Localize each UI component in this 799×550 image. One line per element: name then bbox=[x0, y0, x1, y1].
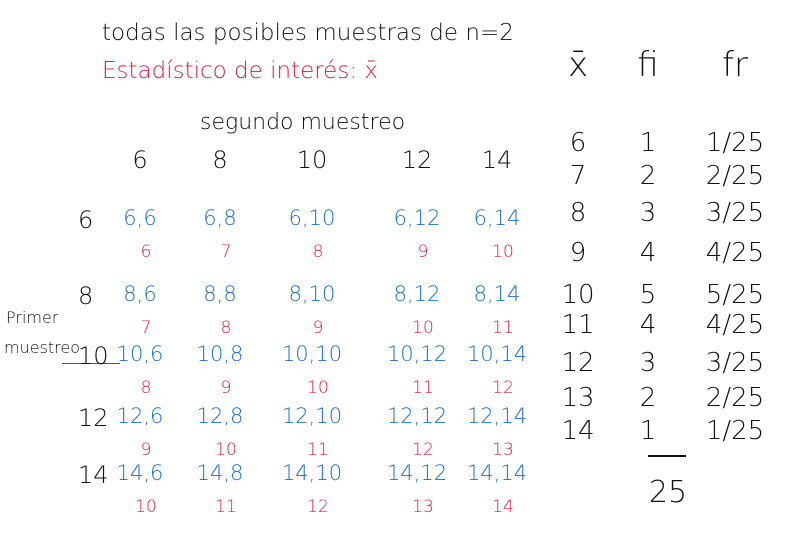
sample-pair: 10,12 bbox=[386, 342, 448, 366]
sample-pair: 6,6 bbox=[123, 206, 157, 230]
sample-pair: 6,14 bbox=[473, 206, 521, 230]
freq-fi: 2 bbox=[639, 161, 657, 191]
sample-mean: 10 bbox=[215, 440, 237, 460]
sample-mean: 10 bbox=[412, 318, 434, 338]
sample-mean: 14 bbox=[492, 497, 514, 517]
sample-mean: 11 bbox=[307, 440, 329, 460]
sample-mean: 10 bbox=[492, 242, 514, 262]
sample-pair: 14,14 bbox=[466, 461, 528, 485]
sample-pair: 6,10 bbox=[288, 206, 336, 230]
sample-mean: 9 bbox=[417, 242, 429, 262]
freq-fi: 3 bbox=[639, 198, 657, 228]
sample-pair: 14,10 bbox=[281, 461, 343, 485]
row-header-label-line2: muestreo bbox=[4, 338, 81, 357]
row-value: 6 bbox=[78, 206, 94, 234]
freq-fr: 4/25 bbox=[705, 238, 765, 268]
sample-mean: 9 bbox=[312, 318, 324, 338]
total-rule bbox=[648, 455, 686, 457]
freq-fr: 3/25 bbox=[705, 198, 765, 228]
freq-x: 11 bbox=[561, 310, 595, 340]
freq-fi: 3 bbox=[639, 348, 657, 378]
freq-fr: 5/25 bbox=[705, 280, 765, 310]
freq-x: 7 bbox=[569, 161, 587, 191]
sample-pair: 12,10 bbox=[281, 404, 343, 428]
sample-pair: 14,6 bbox=[116, 461, 164, 485]
sample-pair: 8,14 bbox=[473, 282, 521, 306]
column-value: 10 bbox=[296, 146, 328, 174]
header-fi: fi bbox=[637, 45, 659, 85]
sample-mean: 8 bbox=[140, 378, 152, 398]
sample-mean: 7 bbox=[140, 318, 152, 338]
freq-fi: 4 bbox=[639, 238, 657, 268]
sample-pair: 8,12 bbox=[393, 282, 441, 306]
subtitle: Estadístico de interés: x̄ bbox=[102, 58, 378, 84]
freq-x: 10 bbox=[561, 280, 595, 310]
sample-pair: 10,8 bbox=[196, 342, 244, 366]
sample-pair: 6,12 bbox=[393, 206, 441, 230]
sample-pair: 10,10 bbox=[281, 342, 343, 366]
sample-mean: 11 bbox=[492, 318, 514, 338]
row-value: 10 bbox=[78, 342, 109, 370]
sample-pair: 12,12 bbox=[386, 404, 448, 428]
sample-pair: 12,14 bbox=[466, 404, 528, 428]
freq-fr: 2/25 bbox=[705, 383, 765, 413]
freq-fr: 2/25 bbox=[705, 161, 765, 191]
sample-mean: 9 bbox=[140, 440, 152, 460]
row-value: 12 bbox=[78, 404, 109, 432]
sample-mean: 12 bbox=[307, 497, 329, 517]
freq-x: 13 bbox=[561, 383, 595, 413]
sample-pair: 10,14 bbox=[466, 342, 528, 366]
sample-mean: 7 bbox=[220, 242, 232, 262]
freq-x: 12 bbox=[561, 348, 595, 378]
header-x: x̄ bbox=[567, 45, 589, 85]
freq-x: 9 bbox=[569, 238, 587, 268]
freq-x: 6 bbox=[569, 128, 587, 158]
sample-pair: 8,10 bbox=[288, 282, 336, 306]
sample-pair: 8,6 bbox=[123, 282, 157, 306]
column-value: 8 bbox=[212, 146, 228, 174]
freq-total: 25 bbox=[648, 475, 688, 510]
freq-x: 8 bbox=[569, 198, 587, 228]
sample-pair: 10,6 bbox=[116, 342, 164, 366]
row-header-label-line1: Primer bbox=[6, 308, 59, 327]
sample-pair: 14,8 bbox=[196, 461, 244, 485]
sample-pair: 12,6 bbox=[116, 404, 164, 428]
sample-mean: 8 bbox=[220, 318, 232, 338]
freq-fi: 1 bbox=[639, 416, 657, 446]
freq-fr: 1/25 bbox=[705, 128, 765, 158]
sample-mean: 11 bbox=[412, 378, 434, 398]
sample-mean: 6 bbox=[140, 242, 152, 262]
freq-fi: 2 bbox=[639, 383, 657, 413]
sample-mean: 13 bbox=[492, 440, 514, 460]
freq-fi: 1 bbox=[639, 128, 657, 158]
freq-x: 14 bbox=[561, 416, 595, 446]
freq-fr: 4/25 bbox=[705, 310, 765, 340]
sample-mean: 10 bbox=[135, 497, 157, 517]
row-value: 14 bbox=[78, 461, 109, 489]
column-value: 14 bbox=[481, 146, 513, 174]
sample-mean: 13 bbox=[412, 497, 434, 517]
column-value: 6 bbox=[132, 146, 148, 174]
sample-mean: 8 bbox=[312, 242, 324, 262]
sample-pair: 14,12 bbox=[386, 461, 448, 485]
sample-mean: 10 bbox=[307, 378, 329, 398]
sample-mean: 11 bbox=[215, 497, 237, 517]
freq-fi: 5 bbox=[639, 280, 657, 310]
sample-mean: 9 bbox=[220, 378, 232, 398]
column-value: 12 bbox=[401, 146, 433, 174]
sample-mean: 12 bbox=[412, 440, 434, 460]
row-value: 8 bbox=[78, 282, 94, 310]
sample-mean: 12 bbox=[492, 378, 514, 398]
freq-fr: 1/25 bbox=[705, 416, 765, 446]
header-fr: fr bbox=[722, 45, 748, 85]
sample-pair: 6,8 bbox=[203, 206, 237, 230]
freq-fr: 3/25 bbox=[705, 348, 765, 378]
freq-fi: 4 bbox=[639, 310, 657, 340]
sample-pair: 8,8 bbox=[203, 282, 237, 306]
sample-pair: 12,8 bbox=[196, 404, 244, 428]
column-header-label: segundo muestreo bbox=[200, 110, 406, 135]
page-title: todas las posibles muestras de n=2 bbox=[102, 20, 514, 46]
